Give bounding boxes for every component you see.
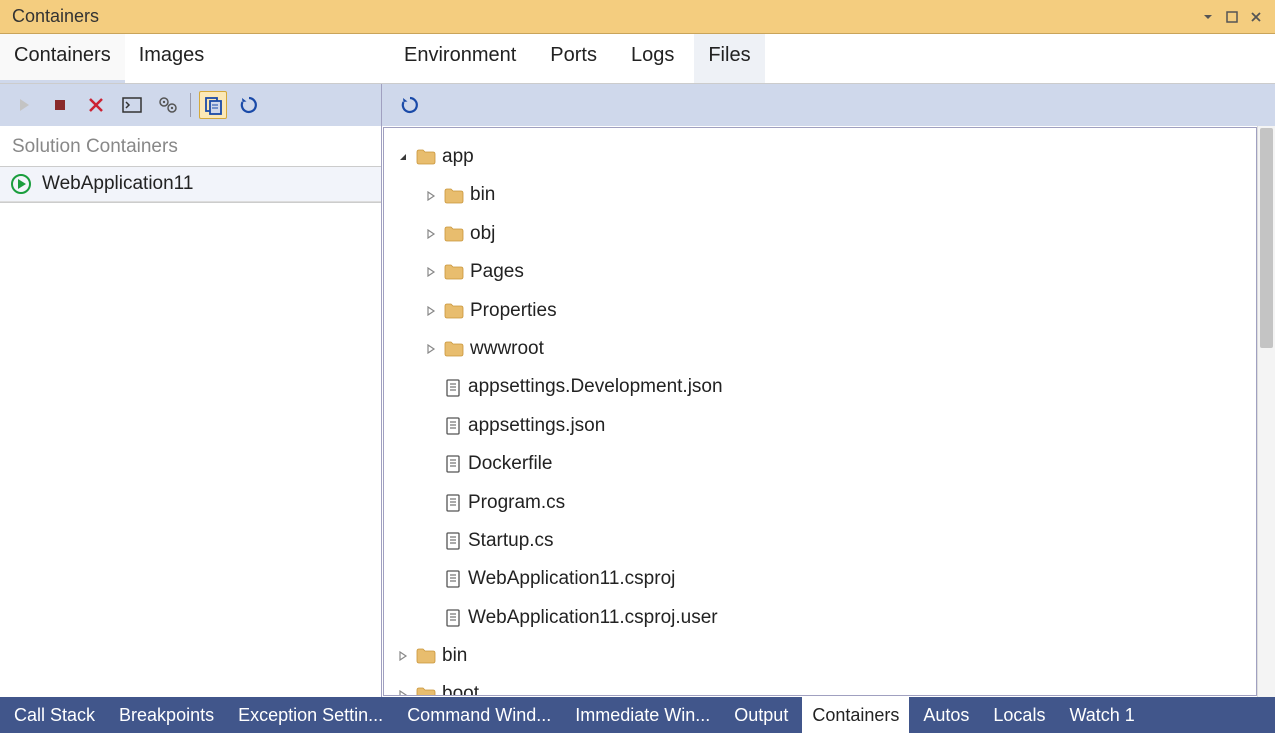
container-list-item[interactable]: WebApplication11 [0, 167, 381, 202]
bottom-tab[interactable]: Call Stack [4, 697, 105, 733]
bottom-tab[interactable]: Containers [802, 697, 909, 733]
delete-button[interactable] [82, 91, 110, 119]
tree-folder[interactable]: Pages [392, 253, 1248, 291]
tab-containers[interactable]: Containers [0, 34, 125, 83]
tree-label: app [442, 142, 474, 172]
right-panel: app bin obj Pages Properties wwwroot ▷appsetti… [382, 126, 1275, 697]
left-panel: Solution Containers WebApplication11 [0, 126, 382, 697]
tree-label: Startup.cs [468, 526, 554, 556]
tree-file[interactable]: ▷appsettings.json [392, 407, 1248, 445]
tree-file[interactable]: ▷appsettings.Development.json [392, 368, 1248, 406]
expand-arrow-icon[interactable] [396, 152, 410, 162]
tree-label: wwwroot [470, 334, 544, 364]
tree-label: appsettings.json [468, 411, 605, 441]
tree-label: appsettings.Development.json [468, 372, 723, 402]
tree-label: obj [470, 219, 495, 249]
tab-files[interactable]: Files [694, 34, 764, 83]
window-controls [1201, 10, 1263, 24]
tree-folder[interactable]: bin [392, 637, 1248, 675]
tree-label: Pages [470, 257, 524, 287]
bottom-tab[interactable]: Immediate Win... [565, 697, 720, 733]
tree-folder[interactable]: obj [392, 215, 1248, 253]
expand-arrow-icon[interactable] [424, 229, 438, 239]
toolbar-row [0, 84, 1275, 126]
tree-label: Dockerfile [468, 449, 552, 479]
tree-file[interactable]: ▷Dockerfile [392, 445, 1248, 483]
tree-label: Properties [470, 296, 557, 326]
file-tree[interactable]: app bin obj Pages Properties wwwroot ▷appsetti… [383, 127, 1257, 696]
scrollbar-thumb[interactable] [1260, 128, 1273, 348]
tree-label: WebApplication11.csproj.user [468, 603, 718, 633]
bottom-tab[interactable]: Locals [983, 697, 1055, 733]
play-button[interactable] [10, 91, 38, 119]
tree-label: bin [442, 641, 467, 671]
tree-label: bin [470, 180, 495, 210]
tree-file[interactable]: ▷Program.cs [392, 484, 1248, 522]
tab-logs[interactable]: Logs [617, 34, 688, 83]
tree-folder[interactable]: wwwroot [392, 330, 1248, 368]
expand-arrow-icon[interactable] [396, 690, 410, 696]
refresh-left-button[interactable] [235, 91, 263, 119]
tree-file[interactable]: ▷WebApplication11.csproj [392, 560, 1248, 598]
tab-ports[interactable]: Ports [536, 34, 611, 83]
window-title: Containers [12, 6, 99, 27]
tree-file[interactable]: ▷Startup.cs [392, 522, 1248, 560]
stop-button[interactable] [46, 91, 74, 119]
tab-images[interactable]: Images [125, 34, 219, 83]
tree-label: boot [442, 679, 479, 696]
terminal-button[interactable] [118, 91, 146, 119]
tree-label: Program.cs [468, 488, 565, 518]
section-header: Solution Containers [0, 126, 381, 166]
refresh-right-button[interactable] [396, 91, 424, 119]
bottom-tab[interactable]: Exception Settin... [228, 697, 393, 733]
tab-row: Containers Images Environment Ports Logs… [0, 34, 1275, 84]
right-tab-group: Environment Ports Logs Files [382, 34, 765, 83]
running-icon [10, 173, 32, 195]
body: Solution Containers WebApplication11 app… [0, 126, 1275, 697]
expand-arrow-icon[interactable] [396, 651, 410, 661]
container-name: WebApplication11 [42, 173, 193, 195]
expand-arrow-icon[interactable] [424, 267, 438, 277]
bottom-tab[interactable]: Command Wind... [397, 697, 561, 733]
left-toolbar [0, 84, 382, 126]
toolbar-separator [190, 93, 191, 117]
tree-label: WebApplication11.csproj [468, 564, 675, 594]
scrollbar[interactable] [1257, 126, 1275, 697]
bottom-tab[interactable]: Watch 1 [1059, 697, 1144, 733]
title-bar: Containers [0, 0, 1275, 34]
tree-folder[interactable]: Properties [392, 292, 1248, 330]
tree-folder[interactable]: app [392, 138, 1248, 176]
bottom-tab-bar: Call StackBreakpointsException Settin...… [0, 697, 1275, 733]
tree-folder[interactable]: boot [392, 675, 1248, 696]
tab-environment[interactable]: Environment [390, 34, 530, 83]
maximize-icon[interactable] [1225, 10, 1239, 24]
expand-arrow-icon[interactable] [424, 191, 438, 201]
copy-button[interactable] [199, 91, 227, 119]
tree-folder[interactable]: bin [392, 176, 1248, 214]
dropdown-icon[interactable] [1201, 10, 1215, 24]
settings-button[interactable] [154, 91, 182, 119]
bottom-tab[interactable]: Autos [913, 697, 979, 733]
expand-arrow-icon[interactable] [424, 306, 438, 316]
bottom-tab[interactable]: Breakpoints [109, 697, 224, 733]
left-tab-group: Containers Images [0, 34, 382, 83]
tree-file[interactable]: ▷WebApplication11.csproj.user [392, 599, 1248, 637]
expand-arrow-icon[interactable] [424, 344, 438, 354]
bottom-tab[interactable]: Output [724, 697, 798, 733]
close-icon[interactable] [1249, 10, 1263, 24]
separator [0, 202, 381, 203]
right-toolbar [382, 84, 1275, 126]
